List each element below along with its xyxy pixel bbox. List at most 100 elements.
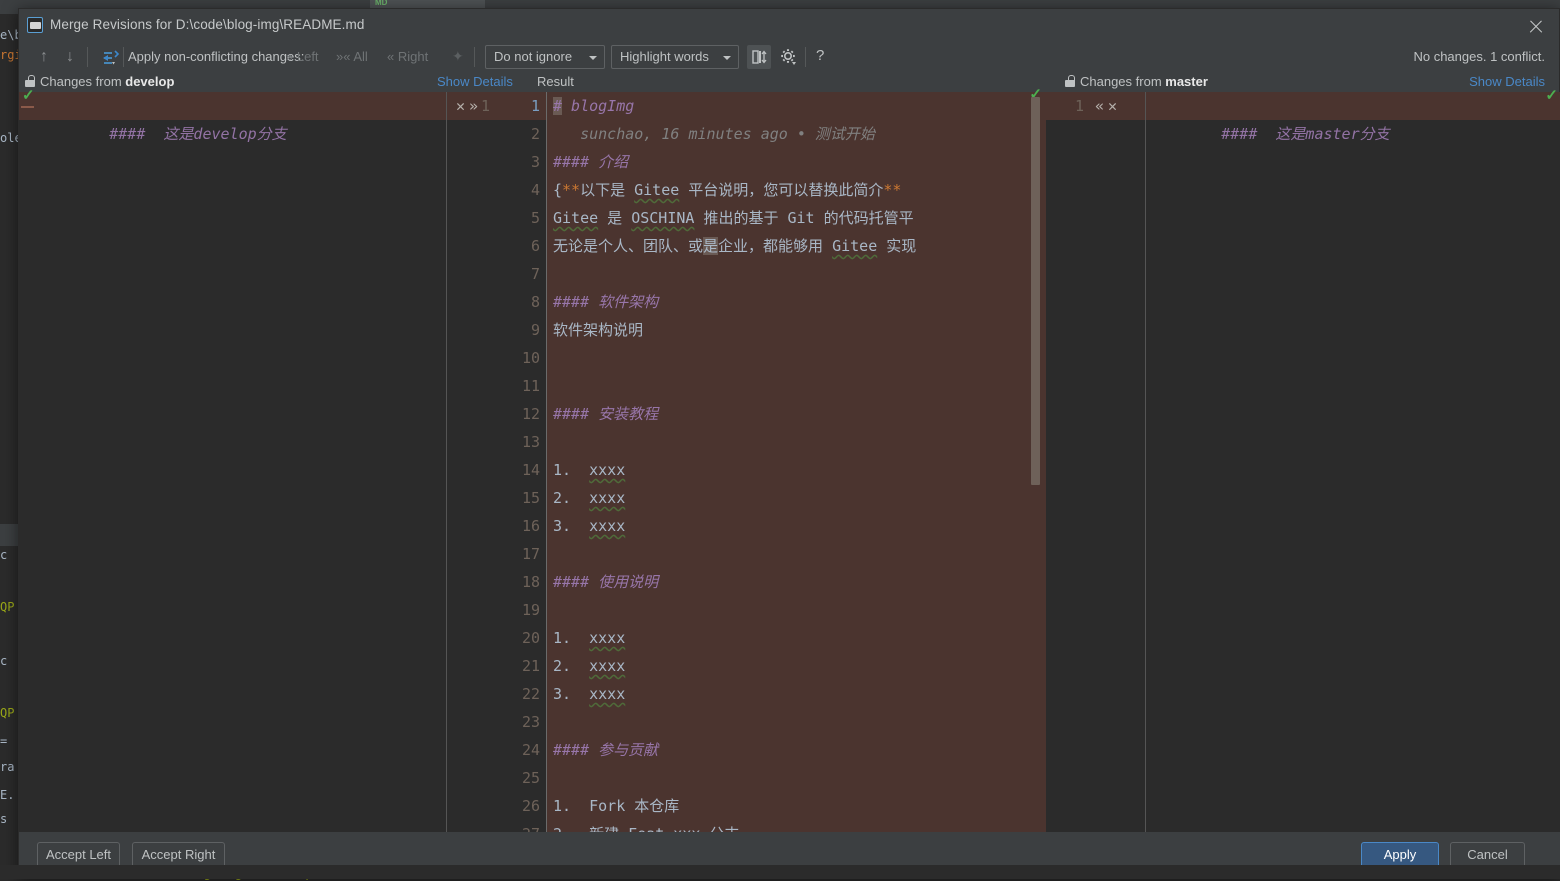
- code-token: xxxx: [589, 685, 625, 703]
- code-token: 推出的基于 Git 的代码托管平: [694, 209, 913, 227]
- result-line-number: 11: [480, 372, 540, 400]
- right-editor-pane[interactable]: #### 这是master分支 ✓: [1146, 92, 1560, 834]
- highlight-policy-select[interactable]: Highlight words: [611, 45, 739, 69]
- result-line: # blogImg: [553, 92, 1046, 120]
- result-line: #### 参与贡献: [553, 736, 1046, 764]
- result-line-number: 25: [480, 764, 540, 792]
- result-vertical-scrollbar[interactable]: [1031, 97, 1040, 485]
- result-line-number: 4: [480, 176, 540, 204]
- result-line: [553, 540, 1046, 568]
- help-icon[interactable]: ?: [816, 47, 824, 64]
- left-gutter-divider: [446, 92, 447, 834]
- code-token: sunchao, 16 minutes ago • 测试开始: [553, 125, 875, 143]
- code-token: 实现: [877, 237, 916, 255]
- code-token: xxxx: [589, 657, 625, 675]
- result-editor-pane[interactable]: # blogImg sunchao, 16 minutes ago • 测试开始…: [546, 92, 1046, 834]
- code-token: xxxx: [589, 517, 625, 535]
- check-icon: ✓: [22, 86, 35, 104]
- code-token: 无论是个人、团队、或: [553, 237, 703, 255]
- result-line-number: 24: [480, 736, 540, 764]
- result-line-number: 14: [480, 456, 540, 484]
- left-conflict-text: 这是develop分支: [145, 125, 286, 143]
- result-line-number: 23: [480, 708, 540, 736]
- dash-icon: [21, 106, 34, 108]
- merge-revisions-dialog: Merge Revisions for D:\code\blog-img\REA…: [18, 8, 1560, 879]
- magic-wand-icon[interactable]: ✦: [452, 48, 464, 65]
- code-token: 以下是: [580, 181, 634, 199]
- right-pane-prefix: Changes from: [1080, 74, 1165, 89]
- highlight-policy-value: Highlight words: [620, 49, 709, 64]
- left-pane-prefix: Changes from: [40, 74, 125, 89]
- result-line: #### 软件架构: [553, 288, 1046, 316]
- right-gutter-markers[interactable]: «✕: [1093, 92, 1119, 120]
- result-line: #### 安装教程: [553, 400, 1046, 428]
- result-line: 3. xxxx: [553, 680, 1046, 708]
- right-conflict-text: 这是master分支: [1257, 125, 1389, 143]
- result-line: [553, 596, 1046, 624]
- code-token: blogImg: [562, 97, 634, 115]
- result-line-number: 18: [480, 568, 540, 596]
- result-line-number: 22: [480, 680, 540, 708]
- left-editor-pane[interactable]: ✓ #### 这是develop分支: [19, 92, 446, 834]
- chevron-down-icon: [589, 56, 597, 60]
- right-branch-name: master: [1165, 74, 1208, 89]
- result-line-number: 21: [480, 652, 540, 680]
- result-line-number: 20: [480, 624, 540, 652]
- markdown-badge: MD: [375, 0, 387, 7]
- code-token: #### 参与贡献: [553, 741, 658, 759]
- right-gutter-line-number: 1: [1024, 92, 1084, 120]
- toolbar-separator-3: [474, 47, 475, 67]
- apply-right-button[interactable]: « Right: [387, 49, 428, 64]
- code-token: #### 介绍: [553, 153, 628, 171]
- code-token: OSCHINA: [631, 209, 694, 227]
- previous-difference-icon[interactable]: ↑: [33, 46, 55, 68]
- chevrons-both-icon: »«: [336, 49, 350, 64]
- close-icon[interactable]: [1527, 18, 1545, 36]
- ignore-policy-value: Do not ignore: [494, 49, 572, 64]
- background-code-fragment: =: [0, 734, 7, 748]
- result-line: [553, 372, 1046, 400]
- code-token: #: [553, 97, 562, 115]
- result-left-border: [546, 92, 547, 834]
- result-line: 3. xxxx: [553, 512, 1046, 540]
- ignore-conflict-icon[interactable]: ✕: [1106, 92, 1119, 120]
- apply-to-left-icon[interactable]: «: [1093, 92, 1106, 120]
- ignore-policy-select[interactable]: Do not ignore: [485, 45, 605, 69]
- result-line: 1. Fork 本仓库: [553, 792, 1046, 820]
- background-code-fragment: QP: [0, 600, 14, 614]
- right-pane-header: Changes from master: [1080, 74, 1208, 89]
- result-line: {**以下是 Gitee 平台说明，您可以替换此简介**: [553, 176, 1046, 204]
- code-token: 1.: [553, 629, 589, 647]
- result-line: [553, 344, 1046, 372]
- editor-settings-icon[interactable]: [747, 45, 771, 69]
- apply-changes-label: Apply non-conflicting changes:: [128, 49, 304, 64]
- gear-icon[interactable]: [777, 45, 801, 69]
- result-line-number: 9: [480, 316, 540, 344]
- right-hash-token: ####: [1221, 125, 1257, 143]
- result-line: 无论是个人、团队、或是企业，都能够用 Gitee 实现: [553, 232, 1046, 260]
- panes-header-row: Changes from develop Show Details Result…: [19, 72, 1559, 92]
- left-pane-header: Changes from develop: [40, 74, 174, 89]
- apply-all-button[interactable]: »« All: [336, 49, 368, 64]
- lock-icon: [1065, 75, 1075, 87]
- code-token: 企业，都能够用: [718, 237, 832, 255]
- left-show-details-link[interactable]: Show Details: [437, 74, 513, 89]
- code-token: {: [553, 181, 562, 199]
- result-line-number: 10: [480, 344, 540, 372]
- result-line-number: 26: [480, 792, 540, 820]
- next-difference-icon[interactable]: ↓: [59, 46, 81, 68]
- apply-all-label: All: [353, 49, 367, 64]
- right-show-details-link[interactable]: Show Details: [1469, 74, 1545, 89]
- left-gutter[interactable]: ✕» 1 1 234567891011121314151617181920212…: [446, 92, 546, 834]
- result-line-number: 7: [480, 260, 540, 288]
- code-token: 3.: [553, 517, 589, 535]
- background-code-fragment: c: [0, 654, 7, 668]
- toolbar-separator-2: [123, 47, 124, 67]
- code-token: **: [562, 181, 580, 199]
- right-gutter[interactable]: 1 «✕: [1046, 92, 1146, 834]
- apply-non-conflicting-icon[interactable]: [99, 47, 121, 69]
- apply-left-button[interactable]: » Left: [286, 49, 319, 64]
- result-line: sunchao, 16 minutes ago • 测试开始: [553, 120, 1046, 148]
- code-token: 是: [598, 209, 631, 227]
- result-label: Result: [537, 74, 574, 89]
